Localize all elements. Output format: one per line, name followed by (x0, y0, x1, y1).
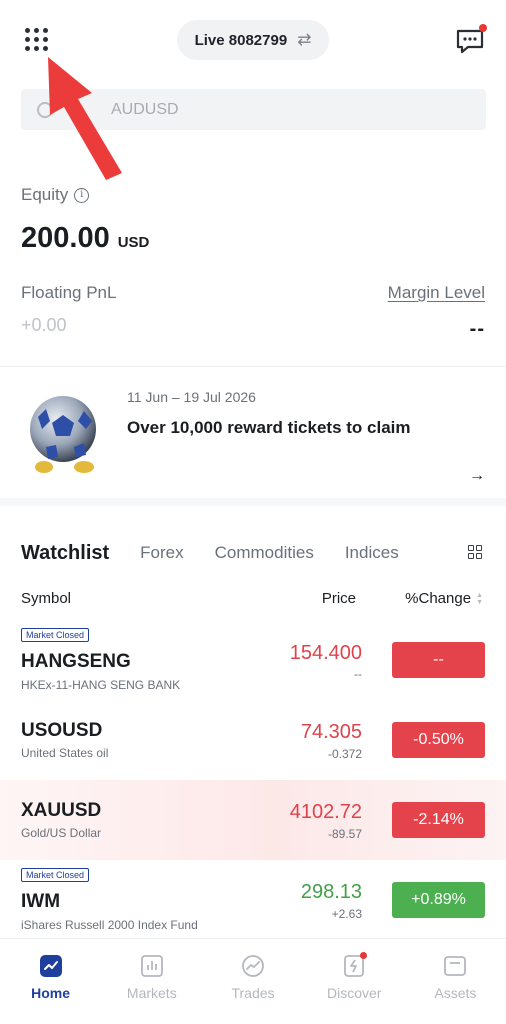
nav-item-assets[interactable]: Assets (405, 939, 506, 1024)
price-value: 298.13 (300, 881, 362, 903)
margin-level-value: -- (469, 318, 485, 340)
price-change: -- (354, 667, 362, 681)
market-closed-badge: Market Closed (21, 628, 90, 642)
equity-label: Equity i (21, 185, 90, 205)
promo-date: 11 Jun – 19 Jul 2026 (127, 389, 256, 405)
home-chart-icon (39, 955, 62, 977)
floating-pnl-label: Floating PnL (21, 283, 117, 302)
table-row[interactable]: XAUUSD Gold/US Dollar 4102.72 -89.57 -2.… (0, 780, 506, 860)
equity-currency: USD (117, 234, 150, 251)
info-icon[interactable]: i (74, 187, 90, 203)
symbol-description: United States oil (21, 746, 109, 760)
price-value: 74.305 (300, 721, 362, 743)
column-price: Price (321, 590, 356, 607)
account-switcher-button[interactable]: Live 8082799 ⇄ (177, 20, 329, 60)
watchlist-tabs: Watchlist Forex Commodities Indices (21, 538, 486, 568)
tab-forex[interactable]: Forex (140, 543, 183, 563)
market-closed-badge: Market Closed (21, 868, 90, 882)
equity-amount: 200.00 (21, 222, 110, 254)
sort-icon: ▲ ▼ (476, 591, 483, 606)
bottom-navigation: Home Markets Trades Discover Assets (0, 938, 506, 1024)
grid-menu-icon[interactable] (25, 28, 49, 52)
table-row[interactable]: Market Closed HANGSENG HKEx-11-HANG SENG… (0, 620, 506, 700)
arrow-right-icon[interactable]: → (469, 467, 485, 485)
percent-change-badge[interactable]: -- (392, 642, 485, 678)
percent-change-badge[interactable]: -0.50% (392, 722, 485, 758)
soccer-ball-icon (30, 396, 96, 473)
symbol-description: Gold/US Dollar (21, 826, 102, 840)
symbol-name: IWM (21, 891, 61, 912)
symbol-name: USOUSD (21, 720, 103, 741)
margin-level-link[interactable]: Margin Level (388, 283, 485, 303)
promo-title: Over 10,000 reward tickets to claim (127, 418, 411, 437)
trades-icon (242, 955, 264, 977)
column-symbol: Symbol (21, 590, 72, 607)
message-icon[interactable] (456, 24, 487, 54)
symbol-name: XAUUSD (21, 800, 102, 821)
swap-icon: ⇄ (297, 30, 312, 49)
column-change-sort-button[interactable]: %Change ▲ ▼ (405, 590, 483, 607)
tab-indices[interactable]: Indices (345, 543, 399, 563)
notification-dot (359, 952, 367, 959)
symbol-description: iShares Russell 2000 Index Fund (21, 918, 198, 932)
symbol-description: HKEx-11-HANG SENG BANK (21, 678, 181, 692)
table-row[interactable]: USOUSD United States oil 74.305 -0.372 -… (0, 700, 506, 780)
table-row[interactable]: Market Closed IWM iShares Russell 2000 I… (0, 860, 506, 940)
symbol-name: HANGSENG (21, 651, 131, 672)
section-divider (0, 498, 506, 506)
assets-wallet-icon (444, 956, 467, 976)
notification-dot (479, 24, 487, 32)
price-change: -89.57 (327, 827, 362, 841)
floating-pnl-value: +0.00 (21, 315, 67, 335)
tab-watchlist[interactable]: Watchlist (21, 542, 109, 565)
price-value: 154.400 (289, 642, 362, 664)
equity-value: 200.00 USD (21, 222, 149, 255)
price-change: -0.372 (327, 747, 362, 761)
price-value: 4102.72 (289, 801, 362, 823)
markets-bar-icon (140, 955, 163, 977)
nav-item-markets[interactable]: Markets (101, 939, 202, 1024)
nav-item-trades[interactable]: Trades (202, 939, 303, 1024)
tab-commodities[interactable]: Commodities (215, 543, 314, 563)
percent-change-badge[interactable]: +0.89% (392, 882, 485, 918)
promo-banner[interactable]: 11 Jun – 19 Jul 2026 Over 10,000 reward … (0, 367, 506, 497)
layout-toggle-icon[interactable] (468, 545, 482, 559)
account-label: Live 8082799 (194, 31, 288, 49)
price-change: +2.63 (331, 907, 362, 921)
annotation-arrow-icon (48, 57, 122, 180)
percent-change-badge[interactable]: -2.14% (392, 802, 485, 838)
nav-item-home[interactable]: Home (0, 939, 101, 1024)
nav-item-discover[interactable]: Discover (304, 939, 405, 1024)
